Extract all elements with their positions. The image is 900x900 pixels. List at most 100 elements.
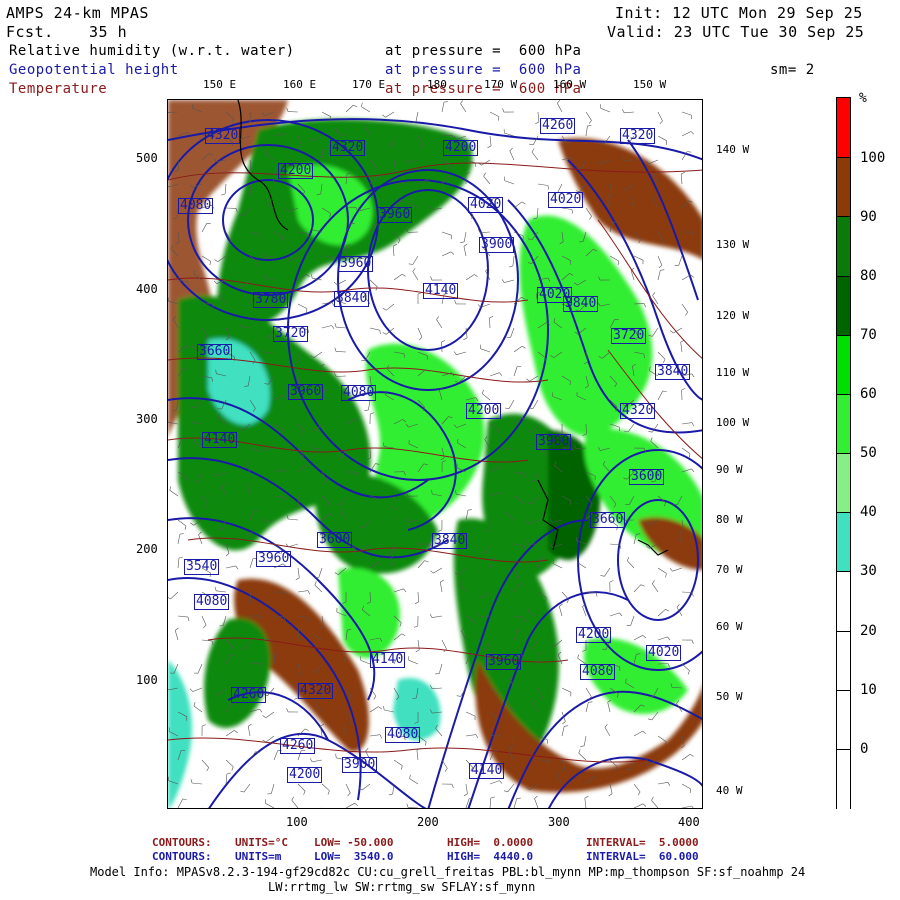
wind-barb-flag <box>689 753 694 757</box>
wind-barb-flag <box>401 633 406 637</box>
wind-barb-flag <box>460 241 465 243</box>
height-contour-label: 4320 <box>205 128 241 144</box>
height-contour-label: 3600 <box>317 532 353 548</box>
wind-barb <box>604 727 611 737</box>
wind-barb-flag <box>226 772 231 775</box>
colorbar-segment <box>837 216 850 278</box>
wind-barb-flag <box>214 259 218 262</box>
wind-barb <box>432 615 443 618</box>
wind-barb <box>585 207 592 217</box>
wind-barb-flag <box>652 292 656 296</box>
wind-barb-flag <box>379 330 381 335</box>
forecast-label: Fcst. <box>6 23 54 41</box>
wind-barb-flag <box>169 486 171 491</box>
wind-barb-flag <box>578 749 581 754</box>
wind-barb <box>657 111 663 122</box>
field-height-name: Geopotential height <box>9 62 179 78</box>
lon-label-right: 100 W <box>716 416 750 429</box>
height-contour-units: UNITS=m <box>235 850 282 863</box>
wind-barb-flag <box>209 261 211 266</box>
wind-barb <box>681 274 691 281</box>
wind-barb <box>297 567 300 578</box>
height-contour-label: 3960 <box>256 551 292 567</box>
temp-contour-low: LOW= -50.000 <box>314 836 394 849</box>
wind-barb-flag <box>521 201 526 205</box>
wind-barb-flag <box>438 529 443 532</box>
wind-barb <box>318 567 323 578</box>
wind-barb-flag <box>559 603 563 607</box>
wind-barb <box>412 271 419 281</box>
wind-barb <box>681 131 692 137</box>
wind-barb <box>225 730 235 737</box>
wind-barb-flag <box>600 575 605 577</box>
wind-barb-flag <box>190 779 193 784</box>
y-tick-label: 400 <box>136 282 158 296</box>
wind-barb-flag <box>320 723 325 727</box>
wind-barb <box>652 583 659 593</box>
wind-barb-flag <box>483 172 486 177</box>
wind-barb <box>201 639 213 642</box>
y-tick-label: 500 <box>136 151 158 165</box>
wind-barb-flag <box>361 359 366 361</box>
wind-barb <box>529 375 539 382</box>
wind-barb <box>169 490 179 497</box>
init-time: Init: 12 UTC Mon 29 Sep 25 <box>615 4 863 22</box>
wind-barb <box>657 135 667 142</box>
wind-barb <box>271 783 275 794</box>
wind-barb <box>291 800 299 808</box>
wind-barb-flag <box>680 339 685 343</box>
wind-barb <box>345 802 355 808</box>
wind-barb-flag <box>193 702 196 707</box>
wind-barb-flag <box>401 765 403 770</box>
wind-barb-flag <box>444 768 448 772</box>
wind-barb-flag <box>353 104 358 108</box>
wind-barb-flag <box>418 336 423 341</box>
height-contour-label: 4080 <box>580 664 616 680</box>
height-contour-label: 3960 <box>486 654 522 670</box>
wind-barb-flag <box>604 724 608 728</box>
wind-barb-flag <box>584 795 589 799</box>
wind-barb <box>297 303 308 309</box>
height-contour-label: 4320 <box>620 128 656 144</box>
wind-barb-flag <box>562 721 566 725</box>
wind-barb <box>335 375 347 377</box>
height-contour-label: 3960 <box>338 256 374 272</box>
height-contour-label: 4020 <box>646 645 682 661</box>
wind-barb-flag <box>501 279 505 283</box>
colorbar-segment <box>837 630 850 692</box>
wind-barb-flag <box>588 701 593 703</box>
wind-barb <box>623 111 635 114</box>
wind-barb <box>534 798 539 808</box>
wind-barb-flag <box>259 708 263 713</box>
wind-barb <box>321 325 332 329</box>
wind-barb-flag <box>691 373 695 378</box>
wind-barb-flag <box>691 468 695 473</box>
wind-barb <box>417 591 419 603</box>
wind-barb-flag <box>463 243 468 247</box>
wind-barb <box>633 635 643 641</box>
wind-barb-flag <box>534 795 538 799</box>
wind-barb-flag <box>414 601 419 604</box>
colorbar-segment <box>837 157 850 219</box>
height-contour-label: 3840 <box>432 533 468 549</box>
wind-barb-flag <box>412 268 416 272</box>
lon-label-right: 80 W <box>716 513 743 526</box>
height-contour-label: 3720 <box>611 328 647 344</box>
wind-barb <box>657 636 668 641</box>
wind-barb <box>435 728 443 737</box>
wind-barb <box>585 687 592 697</box>
model-info: Model Info: MPASv8.2.3-194-gf29cd82c CU:… <box>90 865 806 879</box>
height-contour-label: 4020 <box>468 197 504 213</box>
colorbar-segment <box>837 98 850 158</box>
wind-barb-flag <box>206 223 211 225</box>
wind-barb <box>250 807 251 808</box>
wind-barb-flag <box>564 725 569 727</box>
wind-barb-flag <box>168 597 171 600</box>
wind-barb-flag <box>354 802 358 807</box>
height-contour-label: 4140 <box>469 763 505 779</box>
wind-barb-flag <box>187 617 190 622</box>
wind-barb <box>627 423 635 433</box>
wind-barb-flag <box>669 568 673 572</box>
colorbar-label: 70 <box>860 327 877 343</box>
lon-label-top: 180 <box>427 78 447 91</box>
